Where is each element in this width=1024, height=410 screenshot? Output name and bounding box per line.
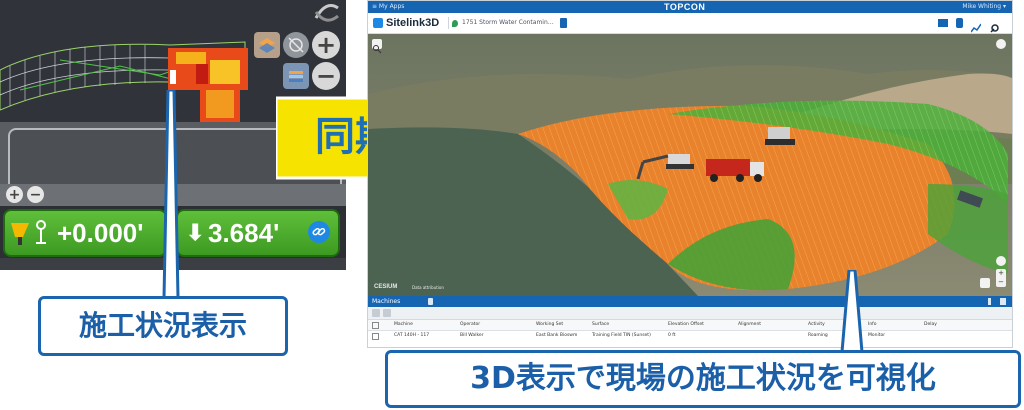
top-bar: ≡ My Apps TOPCON Mike Whiting ▾ [368,1,1012,13]
map-zoom-in-icon[interactable]: + [998,269,1004,277]
site-pin-icon [452,20,458,27]
column-header[interactable]: Alignment [738,320,761,330]
map-zoom-control[interactable]: + − [996,269,1006,287]
settings-icon[interactable] [990,18,1000,33]
3d-site-view[interactable]: + − CESIUM Data attribution [368,34,1012,296]
search-icon[interactable] [372,39,382,54]
machines-title: Machines [372,298,401,305]
column-header[interactable]: Elevation Offset [668,320,704,330]
elevation-value: 3.684' [208,218,280,248]
folder-icon[interactable] [938,19,948,27]
filter-icon[interactable] [372,309,380,317]
document-icon[interactable] [560,18,567,28]
elevation-readout: ⬇ 3.684' [176,209,340,257]
cesium-logo: CESIUM [374,284,398,290]
table-row[interactable]: CAT 140H - 117 Bill Walker East Bank Bio… [368,331,1012,341]
user-menu[interactable]: Mike Whiting ▾ [962,1,1006,13]
gps-antenna-icon [33,219,49,247]
nav-divider [448,17,449,29]
right-callout-pointer [840,270,864,354]
cut-fill-value: +0.000' [57,218,144,248]
map-zoom-out-icon[interactable]: − [998,278,1004,286]
section-zoom-out-button[interactable]: − [27,186,44,203]
help-icon[interactable] [996,256,1006,266]
row-checkbox[interactable] [372,333,379,340]
machines-table-header: Machine Operator Working Set Surface Ele… [368,320,1012,331]
data-attribution-link[interactable]: Data attribution [412,285,444,290]
table-cell: Monitor [868,333,886,338]
chart-icon[interactable] [970,18,982,33]
column-header[interactable]: Delay [924,320,937,330]
table-cell: East Bank Bioswm [536,333,578,338]
app-brand: Sitelink3D [386,17,440,29]
section-zoom-out-icon: − [29,186,42,203]
layers-icon[interactable] [254,32,280,58]
cut-fill-readout: +0.000' [3,209,167,257]
home-view-icon[interactable] [980,278,990,288]
column-header[interactable]: Machine [394,320,413,330]
table-cell: CAT 140H - 117 [394,333,430,338]
left-callout-pointer [162,90,180,300]
nav-bar: Sitelink3D 1751 Storm Water Contamin… [368,13,1012,34]
sitelink-logo-icon [373,18,383,28]
3d-visualization-callout: 3D表示で現場の施工状況を可視化 [385,350,1021,408]
table-cell: Bill Walker [460,333,484,338]
resize-handle-icon[interactable] [988,298,991,305]
zoom-in-button[interactable]: + [312,31,340,59]
database-icon[interactable] [956,18,963,28]
topcon-logo: TOPCON [664,2,706,12]
zoom-in-icon: + [315,31,337,59]
gps-off-icon[interactable] [283,32,309,58]
column-header[interactable]: Info [868,320,877,330]
apps-menu[interactable]: ≡ My Apps [372,1,404,13]
project-selector[interactable]: 1751 Storm Water Contamin… [462,13,554,33]
table-cell: Roaming [808,333,828,338]
column-header[interactable]: Operator [460,320,480,330]
column-header[interactable]: Surface [592,320,609,330]
table-cell: Training Field TIN (Sunset) [592,333,651,338]
compass-icon[interactable] [996,39,1006,49]
clipboard-icon[interactable] [428,298,433,305]
excavator-icon [9,219,31,247]
3d-terrain-render [368,34,1012,296]
machines-panel: Machines Machine Operator Working Set Su… [368,296,1012,347]
collapse-panel-icon[interactable] [1000,298,1006,305]
machines-header: Machines [368,296,1012,307]
section-zoom-in-button[interactable]: + [6,186,23,203]
table-cell: 0 ft [668,333,676,338]
settings-gear-icon[interactable] [383,309,391,317]
column-header[interactable]: Working Set [536,320,563,330]
rotate-icon[interactable] [312,2,342,22]
sitelink3d-window: ≡ My Apps TOPCON Mike Whiting ▾ Sitelink… [367,0,1013,348]
link-icon[interactable] [308,221,330,243]
construction-status-callout: 施工状況表示 [38,296,288,356]
machines-toolbar [368,307,1012,320]
column-header[interactable]: Activity [808,320,825,330]
section-zoom-in-icon: + [8,186,21,203]
select-all-checkbox[interactable] [372,322,379,329]
